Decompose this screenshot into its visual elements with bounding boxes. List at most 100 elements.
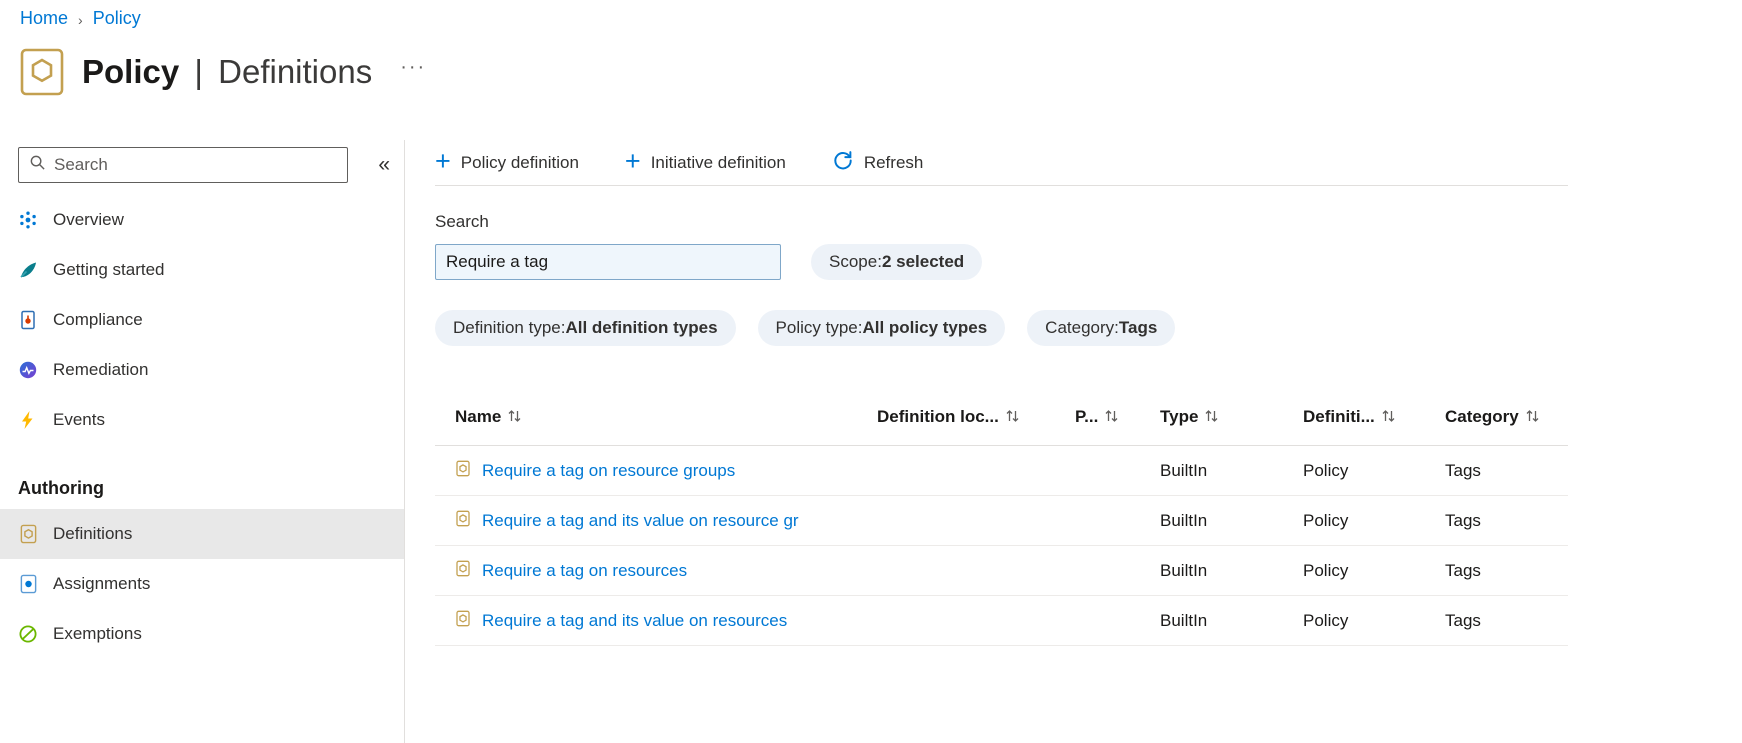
type-cell: BuiltIn	[1160, 545, 1303, 596]
column-header-category[interactable]: Category	[1445, 394, 1568, 446]
main-content: + Policy definition + Initiative definit…	[435, 140, 1568, 646]
column-header-p[interactable]: P...	[1075, 394, 1160, 446]
plus-icon: +	[624, 146, 641, 176]
definition-search-input[interactable]	[435, 244, 781, 280]
initiative-definition-label: Initiative definition	[650, 152, 786, 172]
filter-row-1: Scope : 2 selected	[435, 244, 1568, 280]
filter-pill-policy-type[interactable]: Policy type : All policy types	[757, 310, 1006, 346]
sidebar-item-label: Assignments	[53, 574, 151, 593]
policy-row-icon	[455, 560, 471, 582]
page-title-separator: |	[194, 53, 203, 90]
sidebar-section-authoring: Authoring	[18, 477, 104, 498]
table-row[interactable]: Require a tag and its value on resource …	[435, 495, 1568, 546]
getting-started-icon	[18, 260, 38, 280]
sort-icon	[1105, 408, 1118, 427]
category-cell: Tags	[1445, 445, 1568, 496]
definition-location-cell	[877, 495, 1075, 546]
category-cell: Tags	[1445, 595, 1568, 646]
definition-type-cell: Policy	[1303, 595, 1445, 646]
initiative-definition-button[interactable]: + Initiative definition	[624, 146, 786, 176]
command-bar: + Policy definition + Initiative definit…	[435, 140, 1568, 186]
definition-link[interactable]: Require a tag and its value on resources	[482, 611, 787, 631]
pill-value: 2 selected	[881, 252, 965, 271]
policy-row-icon	[455, 510, 471, 532]
definition-link[interactable]: Require a tag and its value on resource …	[482, 511, 799, 531]
column-label: Type	[1160, 407, 1199, 426]
more-options-icon[interactable]: ···	[400, 56, 426, 79]
policy-page-icon	[20, 48, 64, 96]
pill-value: All policy types	[862, 318, 988, 337]
page-header: Policy | Definitions ···	[20, 48, 426, 96]
sort-icon	[508, 408, 521, 427]
sidebar-item-getting-started[interactable]: Getting started	[0, 245, 404, 295]
exemptions-icon	[18, 624, 38, 644]
policy-row-icon	[455, 610, 471, 632]
column-label: Definition loc...	[877, 407, 999, 426]
pill-label: Definition type	[453, 318, 561, 337]
sidebar-item-label: Getting started	[53, 260, 165, 279]
sidebar-item-remediation[interactable]: Remediation	[0, 345, 404, 395]
policy-definition-label: Policy definition	[460, 152, 579, 172]
definition-type-cell: Policy	[1303, 545, 1445, 596]
sidebar-item-events[interactable]: Events	[0, 395, 404, 445]
overview-icon	[18, 210, 38, 230]
sort-icon	[1205, 408, 1218, 427]
table-row[interactable]: Require a tag and its value on resources…	[435, 595, 1568, 646]
table-row[interactable]: Require a tag on resource groups BuiltIn…	[435, 445, 1568, 496]
category-cell: Tags	[1445, 545, 1568, 596]
definition-link[interactable]: Require a tag on resources	[482, 561, 687, 581]
filter-pill-scope[interactable]: Scope : 2 selected	[811, 244, 983, 280]
collapse-sidebar-icon[interactable]: «	[378, 153, 390, 177]
definition-location-cell	[877, 545, 1075, 596]
sort-icon	[1526, 408, 1539, 427]
sidebar-item-assignments[interactable]: Assignments	[0, 559, 404, 609]
definitions-table: Name Definition loc... P... Type Definit…	[435, 394, 1568, 646]
sort-icon	[1006, 408, 1019, 427]
definition-link[interactable]: Require a tag on resource groups	[482, 461, 735, 481]
filter-pill-category[interactable]: Category : Tags	[1027, 310, 1176, 346]
breadcrumb-chevron-icon: ›	[78, 11, 83, 28]
column-header-definition-location[interactable]: Definition loc...	[877, 394, 1075, 446]
category-cell: Tags	[1445, 495, 1568, 546]
policy-definition-button[interactable]: + Policy definition	[435, 148, 579, 175]
remediation-icon	[18, 360, 38, 380]
p-cell	[1075, 545, 1160, 596]
p-cell	[1075, 495, 1160, 546]
definition-type-cell: Policy	[1303, 445, 1445, 496]
p-cell	[1075, 595, 1160, 646]
pill-value: All definition types	[565, 318, 718, 337]
column-header-name[interactable]: Name	[435, 394, 877, 446]
sidebar-search-row: «	[0, 147, 404, 183]
sidebar-item-label: Remediation	[53, 360, 149, 379]
sidebar-item-label: Compliance	[53, 310, 143, 329]
pill-value: Tags	[1118, 318, 1158, 337]
breadcrumb-policy-link[interactable]: Policy	[93, 8, 141, 29]
breadcrumb: Home › Policy	[20, 8, 141, 29]
filter-pill-definition-type[interactable]: Definition type : All definition types	[435, 310, 736, 346]
sidebar-item-overview[interactable]: Overview	[0, 195, 404, 245]
column-header-definition-type[interactable]: Definiti...	[1303, 394, 1445, 446]
column-label: Definiti...	[1303, 407, 1375, 426]
pill-label: Policy type	[775, 318, 858, 337]
refresh-button[interactable]: Refresh	[832, 149, 923, 176]
definition-location-cell	[877, 595, 1075, 646]
sidebar-item-label: Events	[53, 410, 105, 429]
p-cell	[1075, 445, 1160, 496]
sidebar-item-label: Exemptions	[53, 624, 142, 643]
type-cell: BuiltIn	[1160, 595, 1303, 646]
compliance-icon	[18, 310, 38, 330]
policy-row-icon	[455, 460, 471, 482]
column-label: Category	[1445, 407, 1519, 426]
column-label: Name	[455, 407, 502, 426]
sidebar: « Overview Getting started	[0, 140, 405, 743]
sidebar-item-label: Definitions	[53, 524, 133, 543]
sidebar-item-definitions[interactable]: Definitions	[0, 509, 404, 559]
table-header-row: Name Definition loc... P... Type Definit…	[435, 394, 1568, 446]
breadcrumb-home-link[interactable]: Home	[20, 8, 68, 29]
sidebar-item-exemptions[interactable]: Exemptions	[0, 609, 404, 659]
table-row[interactable]: Require a tag on resources BuiltIn Polic…	[435, 545, 1568, 596]
sidebar-search-input[interactable]	[54, 155, 337, 175]
column-header-type[interactable]: Type	[1160, 394, 1303, 446]
page-title: Policy | Definitions	[82, 53, 372, 91]
sidebar-item-compliance[interactable]: Compliance	[0, 295, 404, 345]
